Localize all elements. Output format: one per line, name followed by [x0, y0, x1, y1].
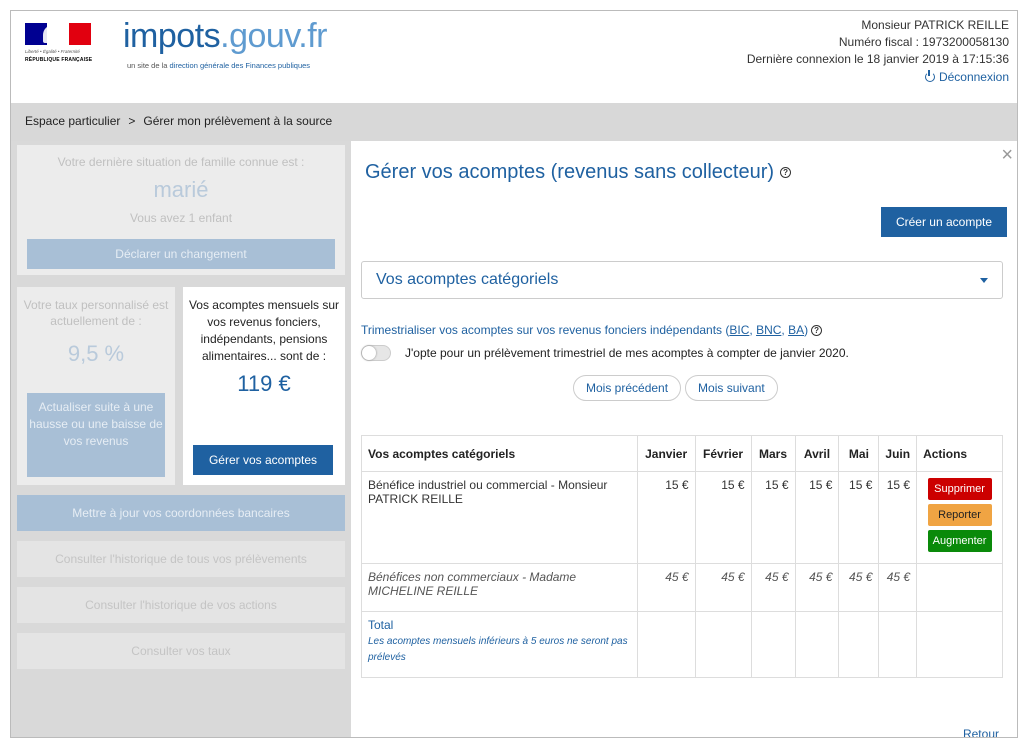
acomptes-card: Vos acomptes mensuels sur vos revenus fo…: [183, 287, 345, 485]
cell-value: 45 €: [838, 563, 880, 612]
next-month-button[interactable]: Mois suivant: [685, 375, 778, 401]
cell-value: 45 €: [694, 563, 752, 612]
column-header: Juin: [878, 435, 918, 472]
column-header: Vos acomptes catégoriels: [361, 435, 638, 472]
user-info: Monsieur PATRICK REILLE Numéro fiscal : …: [747, 17, 1009, 86]
manage-acomptes-button[interactable]: Gérer vos acomptes: [193, 445, 333, 475]
create-acompte-button[interactable]: Créer un acompte: [881, 207, 1007, 237]
trimestrialize-link[interactable]: Trimestrialiser vos acomptes sur vos rev…: [361, 323, 823, 337]
column-header: Mai: [838, 435, 880, 472]
month-navigation: Mois précédent Mois suivant: [573, 375, 778, 401]
cell-value: 15 €: [838, 471, 880, 564]
user-name: Monsieur PATRICK REILLE: [861, 18, 1009, 32]
last-login: Dernière connexion le 18 janvier 2019 à …: [746, 52, 1009, 66]
cell-value: 45 €: [750, 563, 796, 612]
family-status: marié: [153, 177, 209, 202]
help-icon[interactable]: ?: [780, 167, 792, 178]
total-note: Les acomptes mensuels inférieurs à 5 eur…: [368, 636, 628, 663]
update-bank-button[interactable]: Mettre à jour vos coordonnées bancaires: [17, 495, 345, 531]
power-icon: [924, 70, 935, 82]
table-row: Bénéfices non commerciaux - Madame MICHE…: [361, 563, 1003, 612]
history-actions-link[interactable]: Consulter l'historique de vos actions: [17, 587, 345, 623]
cell-value: 15 €: [878, 471, 918, 564]
table-header-row: Vos acomptes catégoriels Janvier Février…: [361, 435, 1003, 472]
row-actions: Supprimer Reporter Augmenter: [916, 471, 1003, 564]
cell-value: 45 €: [636, 563, 696, 612]
family-intro: Votre dernière situation de famille conn…: [57, 155, 305, 169]
marianne-logo[interactable]: Liberté • Égalité • Fraternité RÉPUBLIQU…: [25, 23, 93, 71]
acomptes-value: 119 €: [237, 371, 291, 396]
row-label: Bénéfices non commerciaux - Madame MICHE…: [361, 563, 638, 612]
breadcrumb-root[interactable]: Espace particulier: [25, 114, 120, 128]
rate-intro: Votre taux personnalisé est actuellement…: [23, 298, 169, 328]
column-header: Février: [694, 435, 752, 472]
ba-link[interactable]: BA: [788, 323, 804, 337]
republic-label: RÉPUBLIQUE FRANÇAISE: [25, 57, 93, 63]
update-rate-button[interactable]: Actualiser suite à une hausse ou une bai…: [27, 393, 165, 477]
cell-value: 15 €: [794, 471, 840, 564]
french-flag-icon: [25, 23, 91, 45]
opt-in-label: J'opte pour un prélèvement trimestriel d…: [405, 346, 849, 360]
total-cell: Total Les acomptes mensuels inférieurs à…: [361, 611, 638, 678]
rate-value: 9,5 %: [67, 341, 125, 366]
cell-value: 15 €: [694, 471, 752, 564]
column-header: Janvier: [636, 435, 696, 472]
row-label: Bénéfice industriel ou commercial - Mons…: [361, 471, 638, 564]
table-total-row: Total Les acomptes mensuels inférieurs à…: [361, 611, 1003, 678]
site-tagline: un site de la direction générale des Fin…: [127, 61, 311, 70]
modal-title: Gérer vos acomptes (revenus sans collect…: [365, 161, 792, 184]
view-rates-link[interactable]: Consulter vos taux: [17, 633, 345, 669]
children-count: Vous avez 1 enfant: [129, 211, 233, 225]
republic-motto: Liberté • Égalité • Fraternité: [25, 49, 80, 54]
total-label: Total: [368, 618, 394, 632]
acomptes-table: Vos acomptes catégoriels Janvier Février…: [361, 435, 1003, 678]
postpone-button[interactable]: Reporter: [927, 504, 992, 526]
quarterly-opt-in: J'opte pour un prélèvement trimestriel d…: [361, 345, 849, 361]
chevron-down-icon: [980, 278, 988, 283]
history-all-link[interactable]: Consulter l'historique de tous vos prélè…: [17, 541, 345, 577]
bnc-link[interactable]: BNC: [756, 323, 781, 337]
site-logo[interactable]: impots.gouv.fr: [123, 17, 328, 56]
logo-main-text: impots: [123, 17, 221, 55]
cell-value: 15 €: [750, 471, 796, 564]
cell-value: 15 €: [636, 471, 696, 564]
cell-value: 45 €: [794, 563, 840, 612]
breadcrumb-current: Gérer mon prélèvement à la source: [143, 114, 333, 128]
row-actions: [916, 563, 1003, 612]
help-icon[interactable]: ?: [811, 325, 823, 336]
rate-card: Votre taux personnalisé est actuellement…: [17, 287, 175, 485]
family-situation-card: Votre dernière situation de famille conn…: [17, 145, 345, 275]
column-header: Mars: [750, 435, 796, 472]
quarterly-toggle[interactable]: [361, 345, 391, 361]
back-link[interactable]: Retour: [963, 727, 999, 737]
acomptes-type-select[interactable]: Vos acomptes catégoriels: [361, 261, 1003, 299]
column-header: Avril: [794, 435, 840, 472]
browser-page: Liberté • Égalité • Fraternité RÉPUBLIQU…: [10, 10, 1018, 738]
close-icon[interactable]: ×: [1001, 145, 1013, 165]
bic-link[interactable]: BIC: [729, 323, 749, 337]
previous-month-button[interactable]: Mois précédent: [573, 375, 682, 401]
breadcrumb: Espace particulier > Gérer mon prélèvement…: [11, 103, 1017, 141]
site-header: Liberté • Égalité • Fraternité RÉPUBLIQU…: [11, 11, 1017, 103]
logo-domain-text: .gouv.fr: [220, 17, 328, 55]
acomptes-intro: Vos acomptes mensuels sur vos revenus fo…: [188, 298, 340, 363]
table-row: Bénéfice industriel ou commercial - Mons…: [361, 471, 1003, 564]
acomptes-modal: × Gérer vos acomptes (revenus sans colle…: [351, 141, 1017, 737]
select-label: Vos acomptes catégoriels: [376, 271, 559, 288]
fiscal-number: Numéro fiscal : 1973200058130: [838, 35, 1009, 49]
cell-value: 45 €: [878, 563, 918, 612]
increase-button[interactable]: Augmenter: [927, 530, 992, 552]
declare-change-button[interactable]: Déclarer un changement: [27, 239, 335, 269]
column-header: Actions: [916, 435, 1003, 472]
logout-link[interactable]: Déconnexion: [924, 69, 1009, 86]
delete-button[interactable]: Supprimer: [927, 478, 992, 500]
